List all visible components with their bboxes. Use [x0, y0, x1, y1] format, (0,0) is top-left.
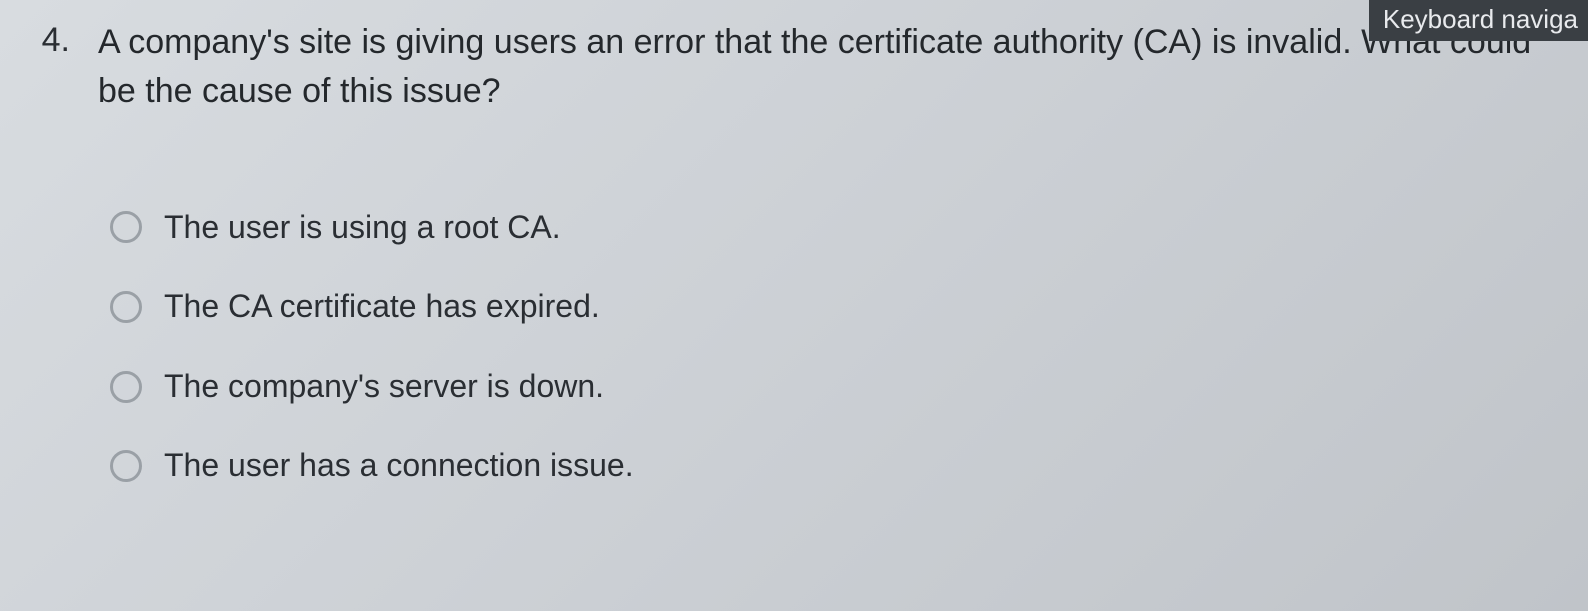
option-row[interactable]: The CA certificate has expired.: [110, 286, 1588, 328]
option-label: The user has a connection issue.: [164, 445, 634, 487]
radio-icon[interactable]: [110, 291, 142, 323]
question-number: 4.: [30, 18, 70, 117]
option-row[interactable]: The company's server is down.: [110, 366, 1588, 408]
option-label: The user is using a root CA.: [164, 207, 561, 249]
radio-icon[interactable]: [110, 371, 142, 403]
radio-icon[interactable]: [110, 211, 142, 243]
keyboard-nav-badge[interactable]: Keyboard naviga: [1369, 0, 1588, 41]
option-label: The CA certificate has expired.: [164, 286, 600, 328]
question-block: 4. A company's site is giving users an e…: [0, 0, 1588, 117]
radio-icon[interactable]: [110, 450, 142, 482]
option-label: The company's server is down.: [164, 366, 604, 408]
option-row[interactable]: The user is using a root CA.: [110, 207, 1588, 249]
question-text: A company's site is giving users an erro…: [98, 18, 1558, 117]
options-list: The user is using a root CA. The CA cert…: [0, 207, 1588, 487]
option-row[interactable]: The user has a connection issue.: [110, 445, 1588, 487]
